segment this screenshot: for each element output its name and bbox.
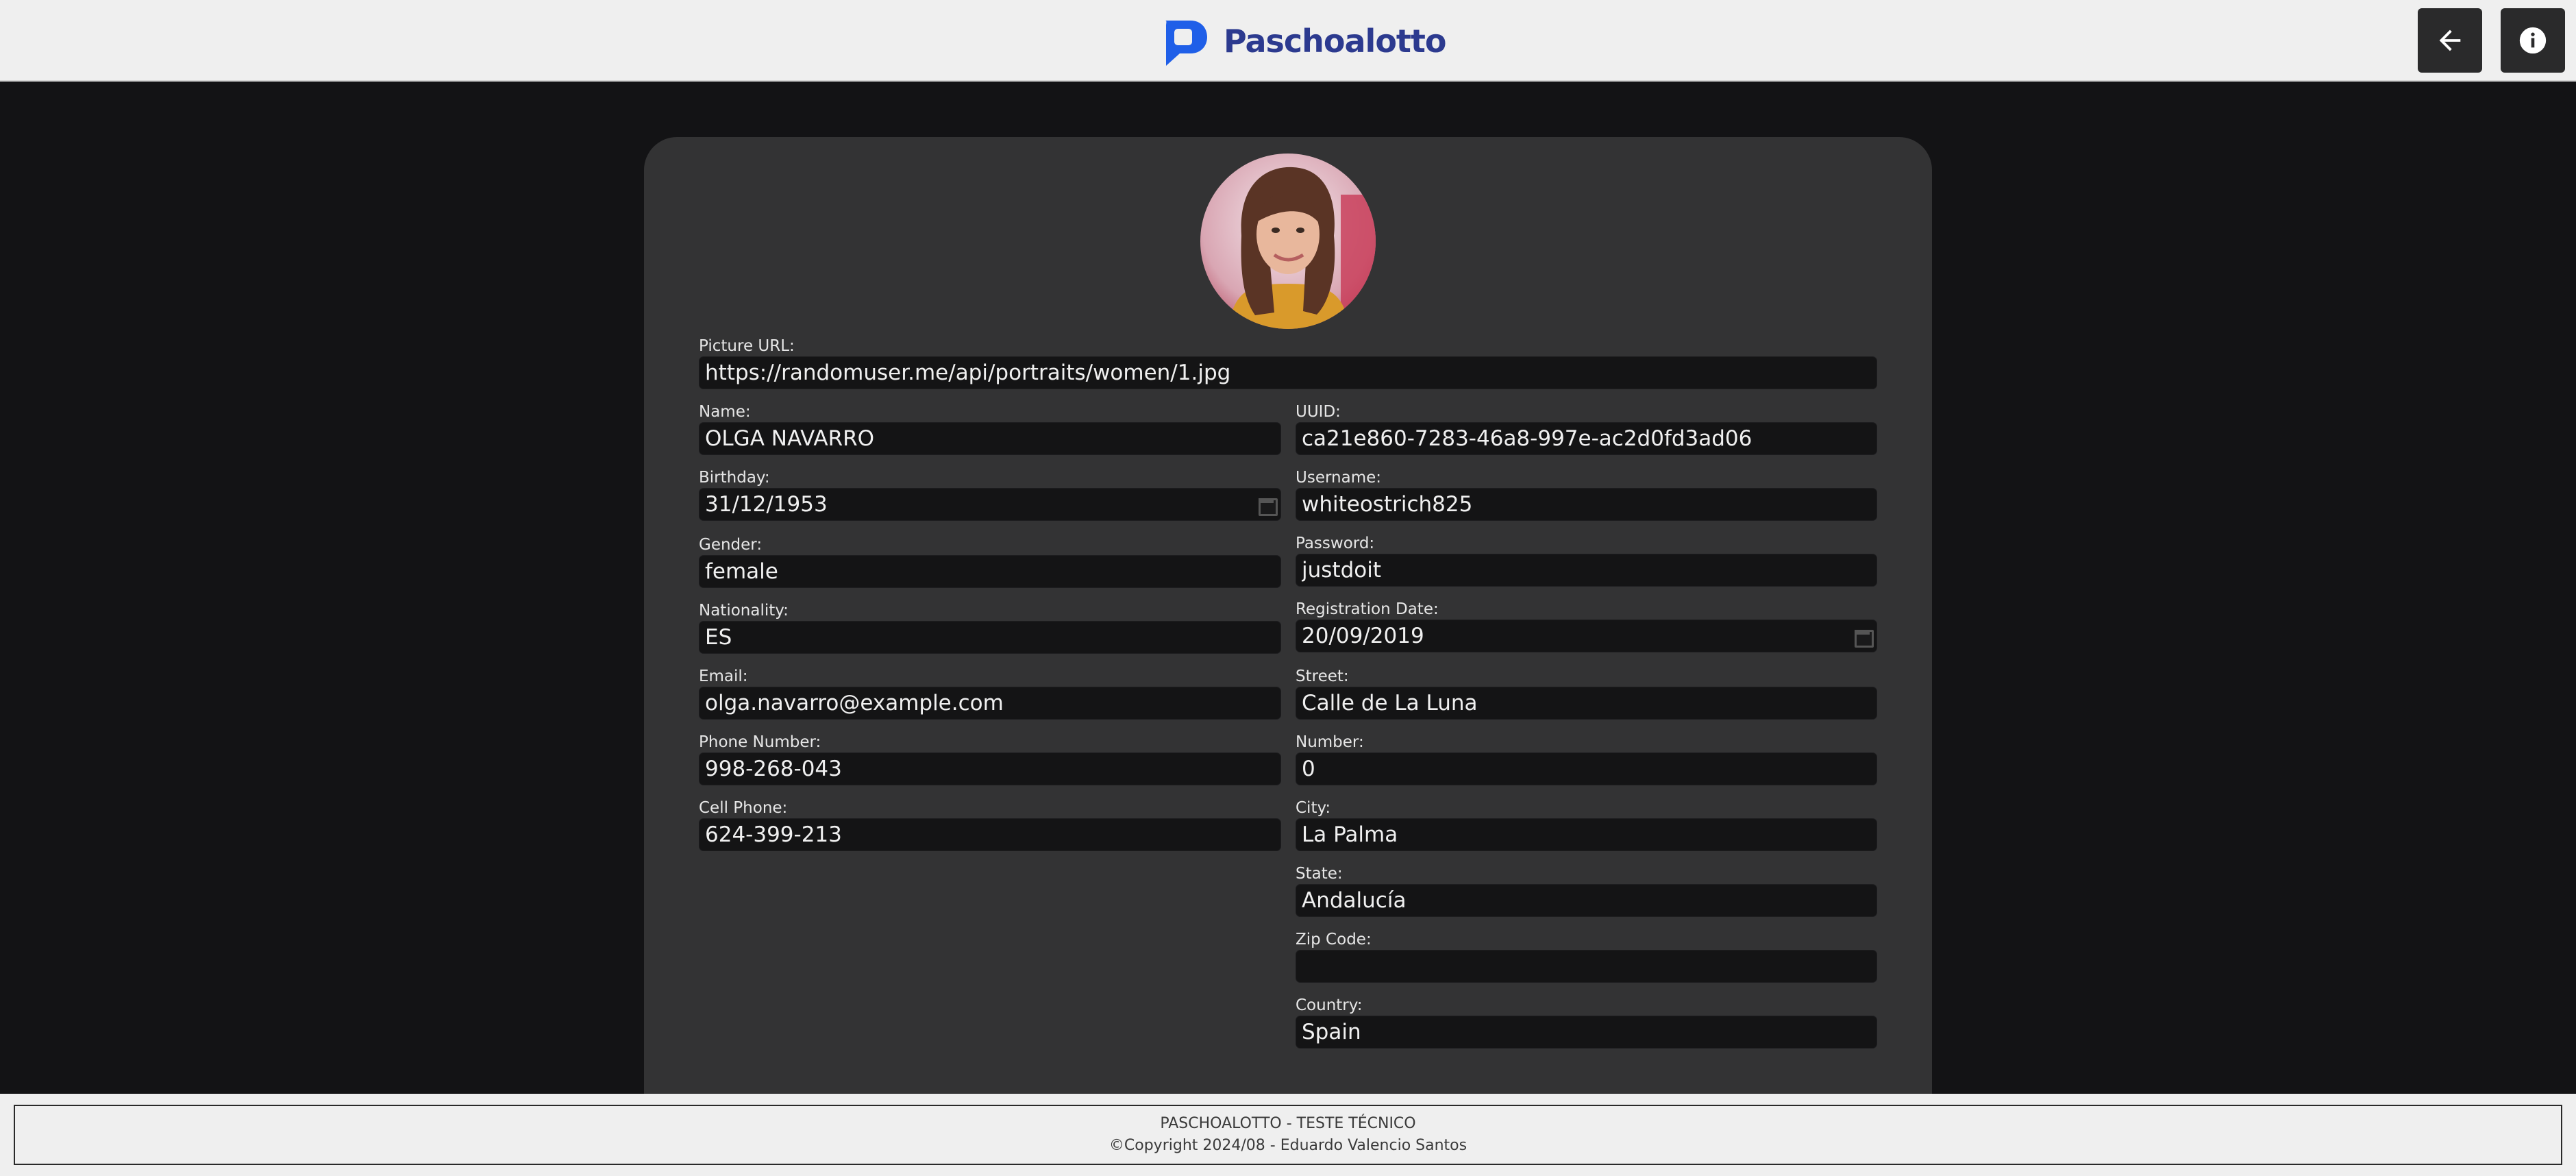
email-input[interactable]: olga.navarro@example.com xyxy=(699,687,1281,720)
state-label: State: xyxy=(1296,865,1343,883)
footer-box: PASCHOALOTTO - TESTE TÉCNICO ©Copyright … xyxy=(14,1105,2562,1165)
brand-logo[interactable]: Paschoalotto xyxy=(1156,12,1447,70)
brand-name: Paschoalotto xyxy=(1224,23,1447,60)
street-number-label: Number: xyxy=(1296,733,1364,751)
street-number-input[interactable]: 0 xyxy=(1296,752,1877,785)
user-profile-card: Picture URL: https://randomuser.me/api/p… xyxy=(644,137,1932,1097)
email-label: Email: xyxy=(699,667,748,685)
uuid-field: UUID: ca21e860-7283-46a8-997e-ac2d0fd3ad… xyxy=(1296,402,1877,455)
picture-url-label: Picture URL: xyxy=(699,337,795,355)
state-input[interactable]: Andalucía xyxy=(1296,884,1877,917)
city-label: City: xyxy=(1296,799,1331,817)
phone-number-field: Phone Number: 998-268-043 xyxy=(699,732,1281,785)
birthday-input[interactable]: 31/12/1953 xyxy=(699,488,1281,521)
phone-number-input[interactable]: 998-268-043 xyxy=(699,752,1281,785)
paschoalotto-logo-icon xyxy=(1165,21,1207,66)
calendar-icon[interactable] xyxy=(1853,627,1874,648)
nationality-label: Nationality: xyxy=(699,602,789,620)
cell-phone-input[interactable]: 624-399-213 xyxy=(699,818,1281,851)
name-label: Name: xyxy=(699,403,751,421)
city-input[interactable]: La Palma xyxy=(1296,818,1877,851)
info-icon xyxy=(2519,27,2547,54)
calendar-icon[interactable] xyxy=(1257,495,1278,516)
footer-title: PASCHOALOTTO - TESTE TÉCNICO xyxy=(1160,1115,1416,1132)
street-input[interactable]: Calle de La Luna xyxy=(1296,687,1877,720)
uuid-input[interactable]: ca21e860-7283-46a8-997e-ac2d0fd3ad06 xyxy=(1296,422,1877,455)
password-field: Password: justdoit xyxy=(1296,533,1877,587)
gender-input[interactable]: female xyxy=(699,555,1281,588)
registration-date-input[interactable]: 20/09/2019 xyxy=(1296,620,1877,652)
info-button[interactable] xyxy=(2501,8,2565,73)
username-field: Username: whiteostrich825 xyxy=(1296,467,1877,521)
gender-label: Gender: xyxy=(699,536,763,554)
nationality-input[interactable]: ES xyxy=(699,621,1281,654)
nationality-field: Nationality: ES xyxy=(699,600,1281,654)
user-avatar xyxy=(1200,154,1376,329)
zip-code-input[interactable] xyxy=(1296,950,1877,983)
back-button[interactable] xyxy=(2418,8,2482,73)
birthday-label: Birthday: xyxy=(699,469,770,487)
street-label: Street: xyxy=(1296,667,1349,685)
gender-field: Gender: female xyxy=(699,535,1281,588)
email-field: Email: olga.navarro@example.com xyxy=(699,666,1281,720)
zip-code-field: Zip Code: xyxy=(1296,929,1877,983)
app-header: Paschoalotto xyxy=(0,0,2576,82)
registration-date-field: Registration Date: 20/09/2019 xyxy=(1296,599,1877,652)
picture-url-input[interactable]: https://randomuser.me/api/portraits/wome… xyxy=(699,356,1877,389)
password-label: Password: xyxy=(1296,535,1375,552)
name-field: Name: OLGA NAVARRO xyxy=(699,402,1281,455)
uuid-label: UUID: xyxy=(1296,403,1341,421)
username-input[interactable]: whiteostrich825 xyxy=(1296,488,1877,521)
state-field: State: Andalucía xyxy=(1296,863,1877,917)
street-field: Street: Calle de La Luna xyxy=(1296,666,1877,720)
city-field: City: La Palma xyxy=(1296,798,1877,851)
country-label: Country: xyxy=(1296,996,1363,1014)
arrow-left-icon xyxy=(2439,29,2461,51)
cell-phone-field: Cell Phone: 624-399-213 xyxy=(699,798,1281,851)
cell-phone-label: Cell Phone: xyxy=(699,799,788,817)
name-input[interactable]: OLGA NAVARRO xyxy=(699,422,1281,455)
picture-url-field: Picture URL: https://randomuser.me/api/p… xyxy=(699,336,1877,389)
registration-date-label: Registration Date: xyxy=(1296,600,1439,618)
country-input[interactable]: Spain xyxy=(1296,1016,1877,1049)
street-number-field: Number: 0 xyxy=(1296,732,1877,785)
footer-copyright: ©Copyright 2024/08 - Eduardo Valencio Sa… xyxy=(1109,1137,1467,1154)
zip-code-label: Zip Code: xyxy=(1296,931,1372,948)
password-input[interactable]: justdoit xyxy=(1296,554,1877,587)
country-field: Country: Spain xyxy=(1296,995,1877,1049)
app-footer: PASCHOALOTTO - TESTE TÉCNICO ©Copyright … xyxy=(0,1094,2576,1176)
phone-number-label: Phone Number: xyxy=(699,733,821,751)
username-label: Username: xyxy=(1296,469,1381,487)
birthday-field: Birthday: 31/12/1953 xyxy=(699,467,1281,521)
